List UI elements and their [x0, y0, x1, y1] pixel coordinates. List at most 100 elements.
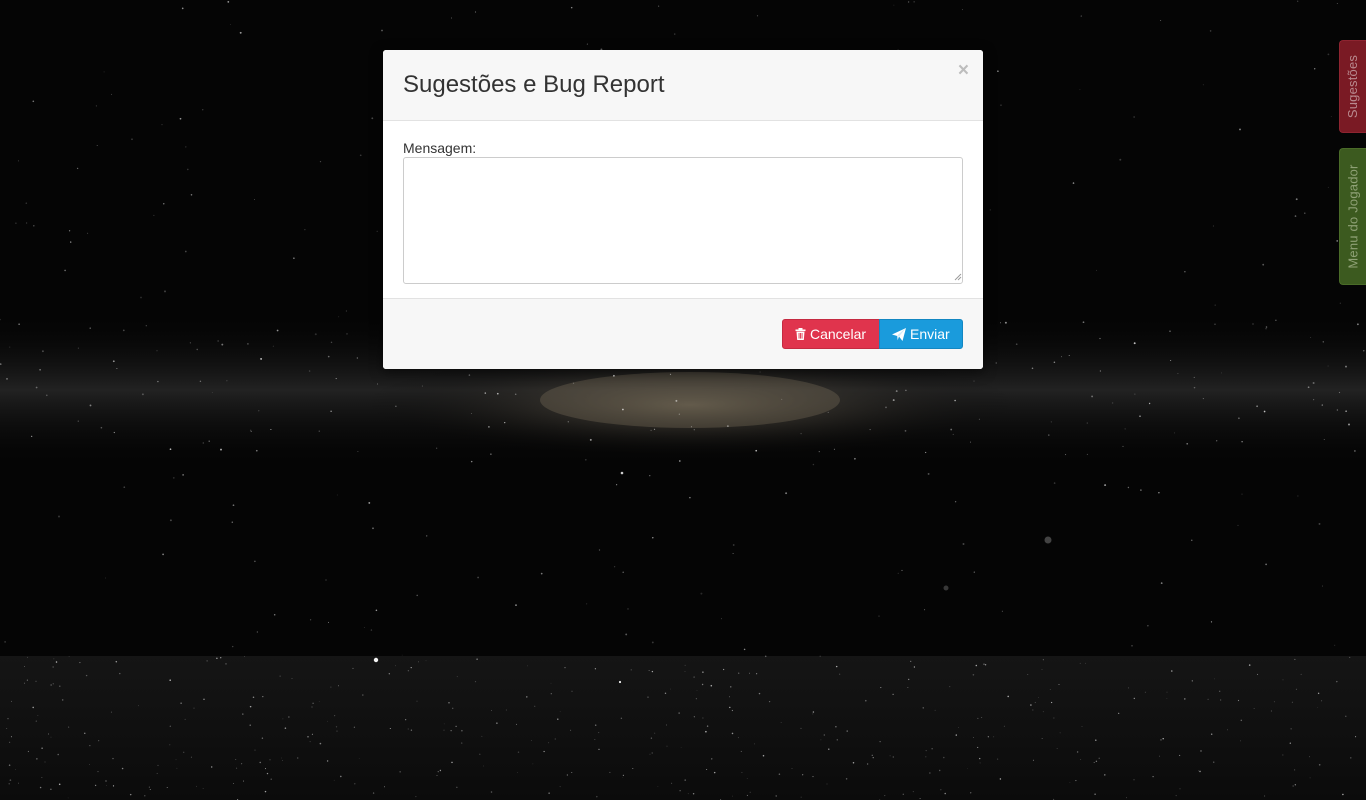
star — [572, 382, 575, 384]
star — [954, 399, 956, 402]
star — [372, 792, 375, 794]
star — [669, 373, 672, 376]
star — [1297, 0, 1299, 2]
star — [958, 727, 959, 728]
star — [254, 198, 255, 200]
cancel-button[interactable]: Cancelar — [782, 319, 880, 349]
star — [1133, 116, 1135, 118]
star — [702, 717, 704, 719]
star — [241, 763, 243, 765]
star — [470, 413, 472, 415]
star — [738, 672, 740, 674]
star — [981, 717, 983, 719]
star — [236, 767, 238, 769]
star — [1080, 15, 1082, 17]
star — [401, 654, 403, 656]
star — [1216, 440, 1218, 442]
star — [878, 615, 880, 617]
star — [517, 772, 518, 774]
star — [439, 769, 442, 772]
star — [1336, 680, 1338, 683]
star — [35, 680, 37, 682]
star — [335, 726, 338, 728]
star — [1139, 415, 1141, 417]
star — [1265, 563, 1267, 566]
star — [571, 772, 573, 773]
star — [352, 667, 354, 669]
star — [977, 746, 979, 748]
star — [1003, 725, 1005, 727]
star — [185, 146, 187, 148]
star — [474, 11, 477, 13]
star — [819, 655, 821, 657]
star — [384, 786, 386, 788]
star — [1034, 701, 1036, 704]
star — [532, 763, 534, 765]
star — [1124, 428, 1126, 430]
star — [50, 684, 52, 686]
star — [700, 592, 703, 595]
star — [258, 410, 260, 412]
star — [1294, 784, 1296, 786]
star — [755, 449, 758, 452]
star — [26, 656, 28, 658]
star — [1148, 402, 1151, 405]
star — [112, 757, 114, 760]
star — [1349, 656, 1351, 658]
star — [949, 686, 951, 688]
star — [680, 746, 682, 748]
star — [106, 785, 107, 786]
star — [922, 707, 924, 709]
star — [77, 420, 79, 422]
star — [657, 786, 659, 787]
star — [115, 661, 118, 663]
star — [658, 5, 660, 7]
star — [1334, 644, 1336, 646]
star — [1058, 683, 1060, 685]
star — [1321, 700, 1323, 702]
star — [175, 759, 177, 761]
star — [1200, 750, 1202, 752]
star — [121, 767, 124, 770]
star — [1001, 610, 1003, 612]
star — [4, 641, 6, 643]
star — [37, 715, 39, 716]
star — [57, 753, 59, 756]
star — [293, 257, 295, 260]
star — [490, 453, 492, 455]
star — [1127, 486, 1130, 489]
star — [32, 706, 34, 709]
star — [162, 553, 164, 556]
star — [140, 296, 142, 299]
star — [239, 31, 242, 34]
resize-grip-icon[interactable] — [954, 273, 962, 281]
star — [675, 399, 678, 402]
star — [363, 627, 365, 628]
star — [1237, 699, 1240, 702]
star — [169, 448, 172, 451]
star — [678, 413, 680, 415]
star — [399, 771, 401, 773]
star — [1342, 793, 1344, 796]
star — [381, 29, 383, 32]
close-button[interactable]: × — [958, 61, 969, 80]
star — [496, 392, 499, 395]
star — [902, 793, 905, 796]
star — [255, 449, 258, 452]
star — [571, 690, 573, 692]
star — [68, 656, 70, 657]
star — [461, 729, 463, 732]
star — [1309, 777, 1311, 779]
send-button[interactable]: Enviar — [879, 319, 963, 349]
star — [1122, 445, 1124, 447]
star — [756, 15, 759, 17]
star — [1310, 337, 1312, 338]
player-menu-side-tab[interactable]: Menu do Jogador — [1339, 148, 1366, 285]
space-background: Sugestões Menu do Jogador Sugestões e Bu… — [0, 0, 1366, 800]
star — [407, 728, 409, 730]
star — [559, 711, 561, 713]
message-textarea[interactable] — [403, 157, 963, 284]
suggestions-side-tab[interactable]: Sugestões — [1339, 40, 1366, 133]
star — [598, 748, 600, 750]
star — [1265, 326, 1268, 328]
